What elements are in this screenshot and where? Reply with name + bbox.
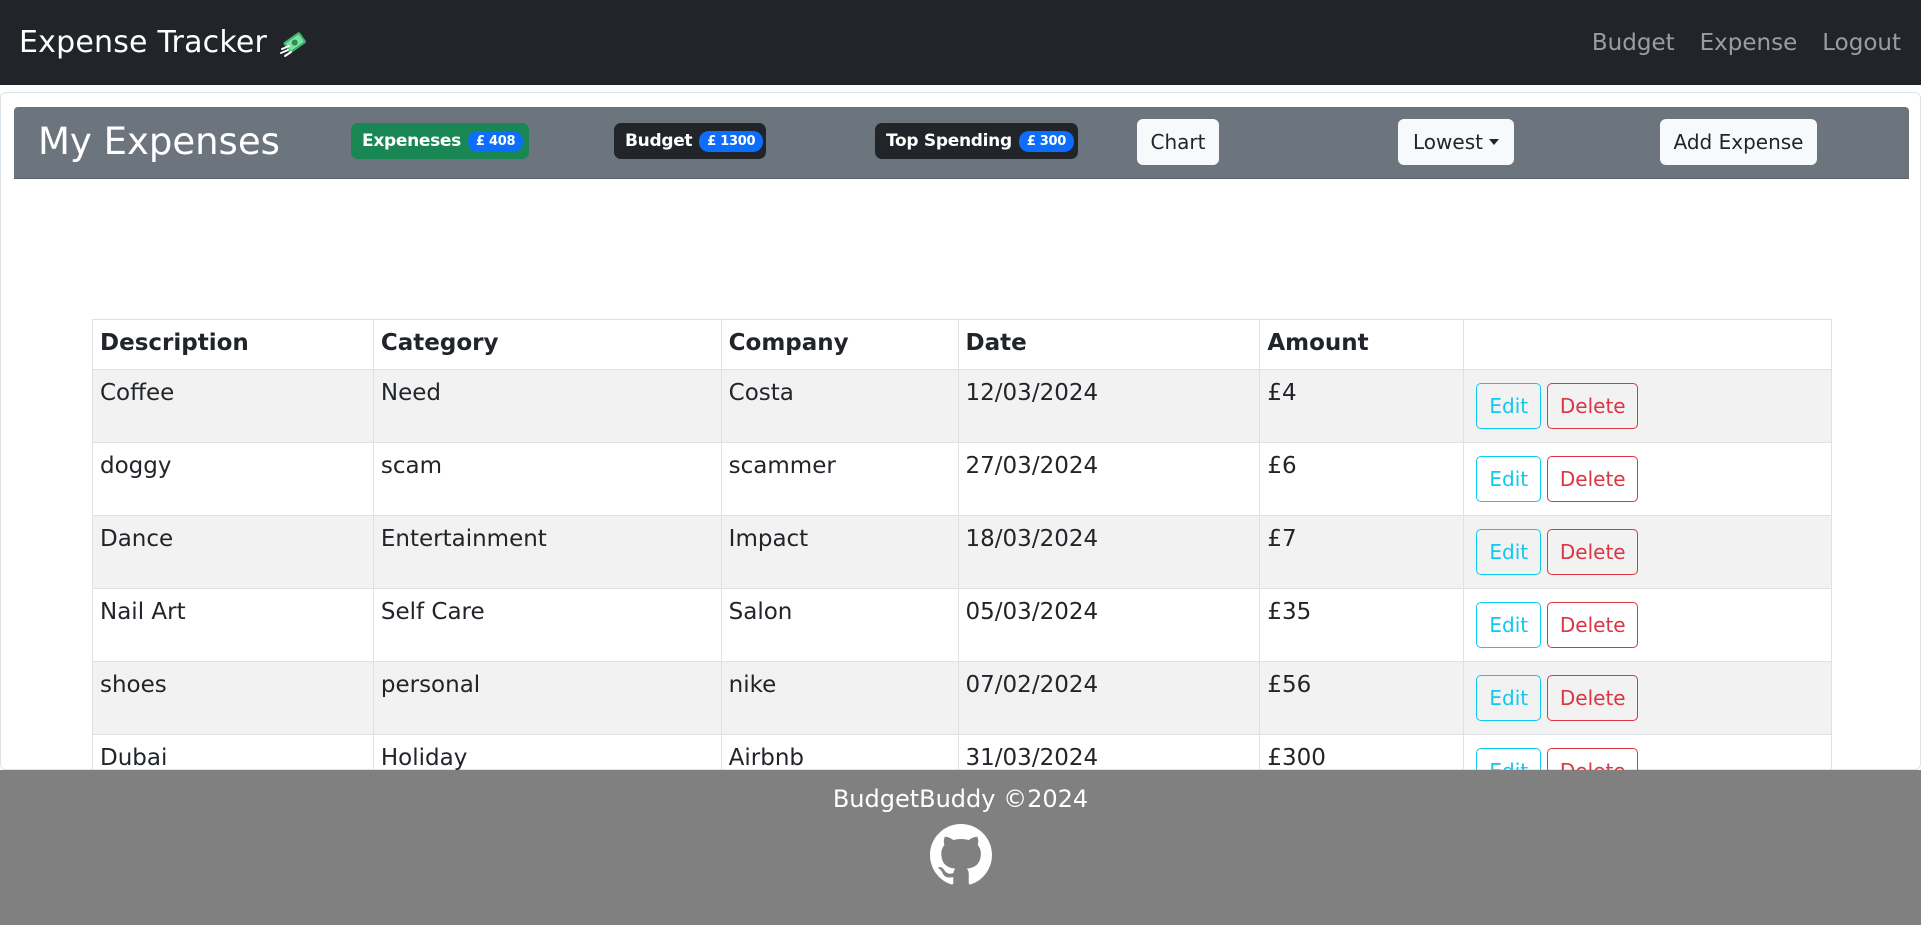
cell-date: 12/03/2024 (957, 369, 1261, 443)
edit-button[interactable]: Edit (1476, 456, 1542, 502)
cell-amount: £7 (1259, 515, 1465, 589)
table-row: doggy scam scammer 27/03/2024 £6 Edit Del… (92, 442, 1832, 516)
cell-company: Costa (720, 369, 959, 443)
add-expense-label: Add Expense (1673, 130, 1804, 154)
total-expenses-label: Expeneses (362, 131, 461, 151)
edit-button[interactable]: Edit (1476, 529, 1542, 575)
cell-amount: £56 (1259, 661, 1465, 735)
cell-amount: £4 (1259, 369, 1465, 443)
cell-category: personal (372, 661, 722, 735)
delete-button[interactable]: Delete (1547, 602, 1639, 648)
cell-amount: £35 (1259, 588, 1465, 662)
cell-date: 27/03/2024 (957, 442, 1261, 516)
delete-button[interactable]: Delete (1547, 383, 1639, 429)
sort-dropdown-label: Lowest (1413, 130, 1483, 154)
table-header-row: Description Category Company Date Amount (92, 319, 1832, 370)
total-expenses-badge: £ 408 (467, 130, 524, 152)
cell-actions: EditDelete (1463, 661, 1832, 735)
expenses-table: Description Category Company Date Amount… (92, 319, 1832, 808)
main-card: My Expenses Expeneses £ 408 Budget £ 130… (0, 92, 1921, 808)
cell-date: 07/02/2024 (957, 661, 1261, 735)
money-with-wings-icon (279, 27, 311, 59)
cell-date: 05/03/2024 (957, 588, 1261, 662)
cell-company: scammer (720, 442, 959, 516)
budget-badge: £ 1300 (699, 130, 764, 152)
add-expense-button[interactable]: Add Expense (1660, 119, 1817, 165)
brand[interactable]: Expense Tracker (19, 25, 311, 60)
nav-link-budget[interactable]: Budget (1592, 30, 1675, 56)
cell-company: nike (720, 661, 959, 735)
chart-button[interactable]: Chart (1137, 119, 1219, 165)
column-header-company: Company (720, 319, 959, 370)
cell-amount: £6 (1259, 442, 1465, 516)
edit-button[interactable]: Edit (1476, 602, 1542, 648)
cell-actions: EditDelete (1463, 442, 1832, 516)
nav-link-expense[interactable]: Expense (1700, 30, 1798, 56)
top-spending-label: Top Spending (886, 131, 1012, 151)
column-header-actions (1463, 319, 1832, 370)
column-header-date: Date (957, 319, 1261, 370)
delete-button[interactable]: Delete (1547, 529, 1639, 575)
cell-description: doggy (92, 442, 374, 516)
cell-company: Impact (720, 515, 959, 589)
cell-category: Self Care (372, 588, 722, 662)
cell-actions: EditDelete (1463, 515, 1832, 589)
cell-description: Dance (92, 515, 374, 589)
cell-description: Nail Art (92, 588, 374, 662)
github-icon[interactable] (929, 824, 992, 890)
cell-company: Salon (720, 588, 959, 662)
cell-date: 18/03/2024 (957, 515, 1261, 589)
cell-description: shoes (92, 661, 374, 735)
delete-button[interactable]: Delete (1547, 675, 1639, 721)
budget-label: Budget (625, 131, 693, 151)
caret-down-icon (1488, 139, 1499, 145)
table-row: Dance Entertainment Impact 18/03/2024 £7… (92, 515, 1832, 589)
column-header-description: Description (92, 319, 374, 370)
column-header-amount: Amount (1259, 319, 1465, 370)
expenses-table-wrapper: Description Category Company Date Amount… (92, 319, 1832, 808)
edit-button[interactable]: Edit (1476, 675, 1542, 721)
cell-actions: EditDelete (1463, 369, 1832, 443)
cell-category: scam (372, 442, 722, 516)
column-header-category: Category (372, 319, 722, 370)
footer: BudgetBuddy ©2024 (0, 770, 1921, 925)
table-row: shoes personal nike 07/02/2024 £56 Edit D… (92, 661, 1832, 735)
budget-pill: Budget £ 1300 (614, 123, 766, 159)
footer-copyright: BudgetBuddy ©2024 (832, 785, 1089, 813)
table-row: Coffee Need Costa 12/03/2024 £4 Edit Dele… (92, 369, 1832, 443)
expenses-header-bar: My Expenses Expeneses £ 408 Budget £ 130… (14, 107, 1909, 179)
table-row: Nail Art Self Care Salon 05/03/2024 £35 … (92, 588, 1832, 662)
cell-actions: EditDelete (1463, 588, 1832, 662)
total-expenses-pill: Expeneses £ 408 (351, 123, 529, 159)
top-spending-badge: £ 300 (1018, 130, 1075, 152)
brand-title: Expense Tracker (19, 25, 268, 60)
nav-links: Budget Expense Logout (1567, 30, 1901, 56)
cell-description: Coffee (92, 369, 374, 443)
sort-dropdown-button[interactable]: Lowest (1398, 119, 1514, 165)
top-spending-pill: Top Spending £ 300 (875, 123, 1078, 159)
chart-button-label: Chart (1150, 130, 1206, 154)
cell-category: Need (372, 369, 722, 443)
edit-button[interactable]: Edit (1476, 383, 1542, 429)
nav-link-logout[interactable]: Logout (1822, 30, 1901, 56)
page-title: My Expenses (38, 120, 280, 163)
delete-button[interactable]: Delete (1547, 456, 1639, 502)
cell-category: Entertainment (372, 515, 722, 589)
top-navbar: Expense Tracker Budget Expense Logout (0, 0, 1921, 85)
